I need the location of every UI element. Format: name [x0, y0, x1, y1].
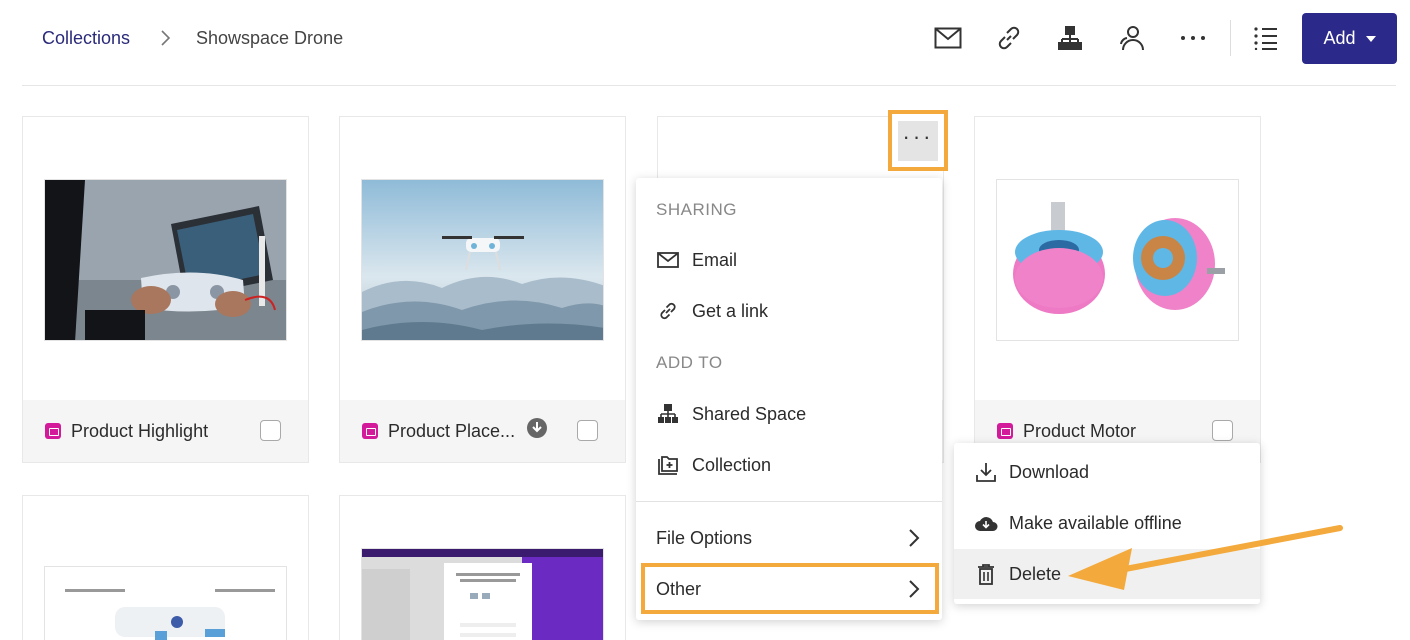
submenu-item-offline[interactable]: Make available offline [954, 498, 1260, 548]
asset-thumbnail[interactable] [361, 179, 604, 341]
asset-thumbnail[interactable] [44, 179, 287, 341]
submenu-item-delete[interactable]: Delete [954, 549, 1260, 599]
other-submenu: Download Make available offline Delete [954, 443, 1260, 604]
menu-section-add-to: ADD TO [656, 353, 723, 372]
people-icon[interactable] [1116, 22, 1148, 54]
card-footer: Product Highlight [23, 400, 308, 462]
caret-down-icon [1365, 35, 1376, 42]
menu-item-label: Shared Space [692, 403, 807, 424]
shared-space-icon[interactable] [1054, 22, 1086, 54]
add-button-label: Add [1323, 28, 1356, 48]
menu-item-email[interactable]: Email [636, 237, 942, 283]
download-icon [527, 418, 547, 438]
card-title[interactable]: Product Place... [388, 421, 515, 442]
download-icon [974, 460, 998, 484]
link-icon[interactable] [993, 22, 1025, 54]
chevron-right-icon [156, 26, 174, 50]
card-footer: Product Place... [340, 400, 625, 462]
more-icon[interactable] [1177, 22, 1209, 54]
menu-item-get-link[interactable]: Get a link [636, 288, 942, 334]
breadcrumb-current: Showspace Drone [196, 28, 344, 48]
context-menu: SHARING Email Get a link ADD TO Shared S… [636, 178, 942, 620]
mail-icon [656, 248, 680, 272]
menu-section-sharing: SHARING [656, 200, 737, 219]
image-type-icon [362, 423, 378, 439]
asset-card[interactable]: Product Place... [339, 116, 626, 463]
submenu-item-label: Download [1009, 461, 1090, 482]
asset-thumbnail[interactable] [44, 566, 287, 640]
link-icon [656, 299, 680, 323]
shared-space-icon [656, 402, 680, 426]
card-title[interactable]: Product Highlight [71, 421, 208, 442]
menu-item-file-options[interactable]: File Options [636, 515, 942, 561]
mail-icon[interactable] [932, 22, 964, 54]
menu-item-shared-space[interactable]: Shared Space [636, 391, 942, 437]
select-checkbox[interactable] [1212, 420, 1233, 441]
menu-item-label: Get a link [692, 300, 769, 321]
page-header: Collections Showspace Drone Add [0, 0, 1410, 86]
breadcrumb-collections-link[interactable]: Collections [42, 28, 130, 49]
submenu-item-label: Make available offline [1009, 512, 1182, 533]
add-button[interactable]: Add [1302, 13, 1397, 64]
cloud-download-icon [974, 511, 998, 535]
image-type-icon [997, 423, 1013, 439]
menu-item-collection[interactable]: Collection [636, 442, 942, 488]
menu-item-label: Collection [692, 454, 772, 475]
menu-divider [636, 501, 942, 502]
asset-card[interactable]: Product Highlight [22, 116, 309, 463]
chevron-right-icon [908, 528, 920, 553]
select-checkbox[interactable] [260, 420, 281, 441]
other-highlight-frame [641, 563, 939, 614]
asset-card[interactable] [22, 495, 309, 640]
header-divider [22, 85, 1396, 86]
card-more-button[interactable]: ··· [888, 110, 948, 171]
asset-thumbnail[interactable] [996, 179, 1239, 341]
asset-card[interactable] [339, 495, 626, 640]
toolbar-divider [1230, 20, 1231, 56]
asset-card[interactable]: Product Motor [974, 116, 1261, 463]
image-type-icon [45, 423, 61, 439]
more-icon: ··· [898, 120, 938, 161]
card-title[interactable]: Product Motor [1023, 421, 1136, 442]
submenu-item-download[interactable]: Download [954, 447, 1260, 497]
list-view-icon[interactable] [1250, 22, 1282, 54]
menu-item-label: File Options [656, 527, 753, 548]
menu-item-label: Email [692, 249, 738, 270]
submenu-item-label: Delete [1009, 563, 1062, 584]
collection-add-icon [656, 453, 680, 477]
select-checkbox[interactable] [577, 420, 598, 441]
trash-icon [974, 562, 998, 586]
asset-thumbnail[interactable] [361, 548, 604, 640]
